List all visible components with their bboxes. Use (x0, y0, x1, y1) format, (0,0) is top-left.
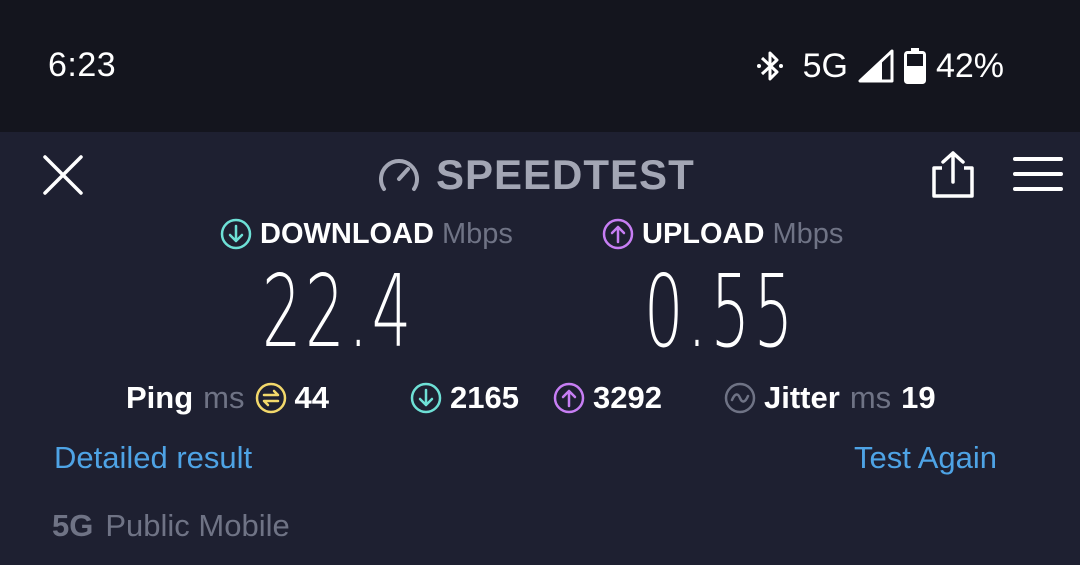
upload-latency-stat: 3292 (553, 378, 662, 418)
upload-label: UPLOAD (642, 217, 765, 250)
download-latency-stat: 2165 (410, 378, 519, 418)
carrier-name: Public Mobile (105, 508, 290, 543)
signal-icon (858, 49, 894, 83)
upload-arrow-icon (602, 218, 634, 250)
upload-value: 0.55 (644, 253, 797, 370)
upload-unit: Mbps (772, 217, 844, 250)
download-header: DOWNLOAD Mbps (220, 216, 513, 252)
download-latency-value: 2165 (450, 380, 519, 415)
download-latency-icon (410, 382, 442, 414)
network-type: 5G (802, 46, 848, 85)
close-button[interactable] (40, 152, 86, 198)
carrier-info: 5G Public Mobile (52, 508, 290, 544)
download-value: 22.4 (262, 253, 415, 370)
upload-latency-value: 3292 (593, 380, 662, 415)
menu-icon (1013, 157, 1063, 191)
status-time: 6:23 (48, 46, 117, 84)
download-label: DOWNLOAD (260, 217, 434, 250)
ping-label: Ping (126, 380, 194, 415)
jitter-icon (724, 382, 756, 414)
brand-logo: SPEEDTEST (376, 150, 695, 200)
battery-percent: 42% (935, 46, 1004, 85)
detailed-result-link[interactable]: Detailed result (54, 440, 252, 476)
menu-button[interactable] (1012, 154, 1064, 194)
jitter-unit: ms (849, 380, 892, 415)
share-icon (932, 151, 974, 198)
carrier-network: 5G (52, 508, 94, 543)
download-unit: Mbps (441, 217, 513, 250)
bluetooth-icon (756, 51, 783, 81)
speedometer-icon (379, 159, 419, 191)
upload-header: UPLOAD Mbps (602, 216, 843, 252)
status-icons: 5G 42% (755, 44, 1004, 88)
status-bar: 6:23 5G 42% (0, 0, 1080, 132)
brand-name: SPEEDTEST (436, 151, 695, 198)
battery-icon (903, 48, 926, 84)
jitter-label: Jitter (764, 380, 840, 415)
jitter-stat: Jitter ms 19 (724, 378, 936, 418)
ping-unit: ms (203, 380, 245, 415)
share-button[interactable] (926, 150, 980, 200)
ping-icon (255, 382, 286, 414)
ping-value: 44 (294, 380, 329, 415)
test-again-button[interactable]: Test Again (854, 440, 997, 476)
ping-stat: Ping ms 44 (126, 378, 329, 418)
close-icon (43, 155, 83, 195)
download-arrow-icon (220, 218, 252, 250)
upload-latency-icon (553, 382, 585, 414)
jitter-value: 19 (901, 380, 936, 415)
